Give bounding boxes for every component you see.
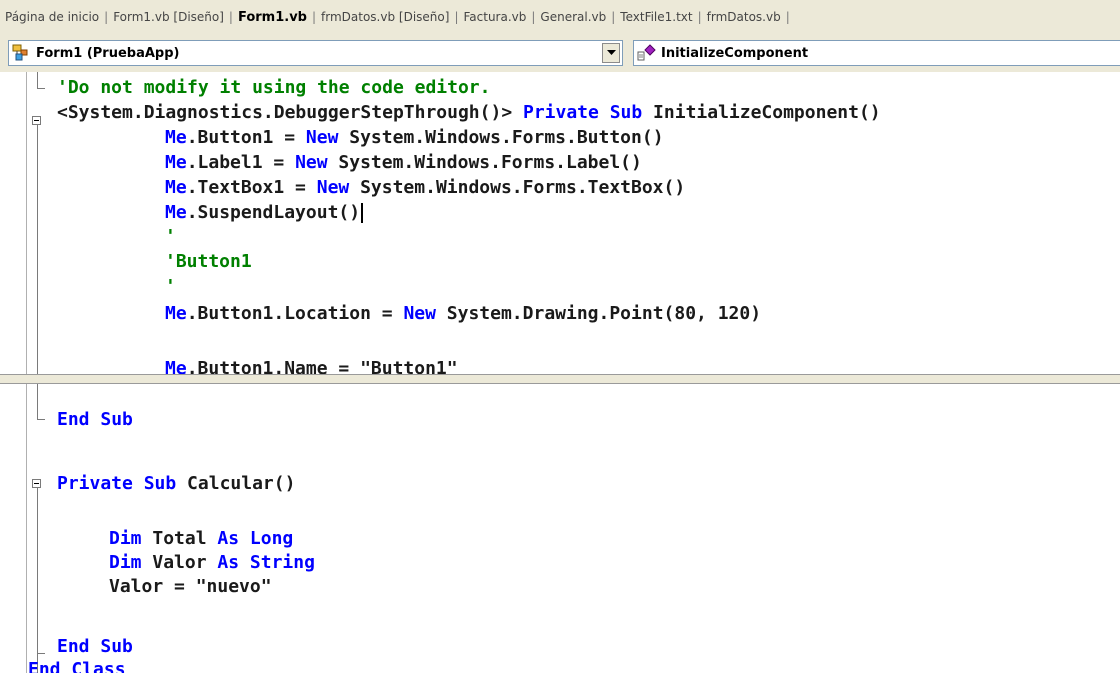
code-editor-bottom-pane[interactable]: End Sub Private Sub Calcular() Dim Total…: [0, 384, 1120, 673]
chevron-down-icon[interactable]: [602, 43, 620, 63]
code-text-bottom: End Sub Private Sub Calcular() Dim Total…: [0, 384, 1120, 673]
code-line: Private Sub Calcular(): [57, 473, 296, 494]
pane-splitter[interactable]: [0, 374, 1120, 384]
code-line: Valor = "nuevo": [109, 576, 272, 597]
code-text-top: 'Do not modify it using the code editor.…: [0, 72, 1120, 374]
code-line: 'Button1: [165, 251, 252, 272]
tab-pagina-de-inicio[interactable]: Página de inicio: [0, 10, 104, 24]
code-line: Me.Button1.Name = "Button1": [165, 358, 458, 374]
code-line: 'Do not modify it using the code editor.: [57, 77, 491, 98]
code-line: End Class: [28, 659, 126, 673]
tab-form1-design[interactable]: Form1.vb [Diseño]: [108, 10, 229, 24]
tab-form1-code[interactable]: Form1.vb: [233, 10, 312, 25]
tab-frmdatos-code[interactable]: frmDatos.vb: [702, 10, 786, 24]
tab-general[interactable]: General.vb: [535, 10, 611, 24]
code-line: Me.TextBox1 = New System.Windows.Forms.T…: [165, 177, 686, 198]
code-line: Me.SuspendLayout(): [165, 200, 364, 226]
text-cursor: [361, 203, 364, 223]
code-line: ': [165, 226, 176, 247]
code-editor-top-pane[interactable]: 'Do not modify it using the code editor.…: [0, 72, 1120, 374]
class-name-dropdown[interactable]: Form1 (PruebaApp): [8, 40, 623, 66]
tab-textfile1[interactable]: TextFile1.txt: [615, 10, 697, 24]
code-line: End Sub: [57, 409, 133, 430]
tab-frmdatos-design[interactable]: frmDatos.vb [Diseño]: [316, 10, 454, 24]
code-line: Dim Valor As String: [109, 552, 315, 573]
class-dropdown-value: Form1 (PruebaApp): [36, 45, 180, 61]
code-line: Dim Total As Long: [109, 528, 294, 549]
code-line: Me.Button1.Location = New System.Drawing…: [165, 303, 762, 324]
document-tab-strip: Página de inicio | Form1.vb [Diseño] | For…: [0, 0, 1120, 34]
tab-separator: |: [785, 10, 790, 24]
code-line: ': [165, 276, 176, 297]
code-line: Me.Label1 = New System.Windows.Forms.Lab…: [165, 152, 642, 173]
code-line: <System.Diagnostics.DebuggerStepThrough(…: [57, 102, 881, 123]
method-name-dropdown[interactable]: InitializeComponent: [633, 40, 1120, 66]
tab-factura[interactable]: Factura.vb: [458, 10, 531, 24]
method-dropdown-value: InitializeComponent: [661, 45, 809, 61]
code-line: Me.Button1 = New System.Windows.Forms.Bu…: [165, 127, 664, 148]
outline-tick: [37, 653, 45, 654]
navigation-bar: Form1 (PruebaApp) InitializeComponent: [0, 34, 1120, 72]
class-icon: [11, 42, 33, 64]
method-icon: [636, 42, 658, 64]
